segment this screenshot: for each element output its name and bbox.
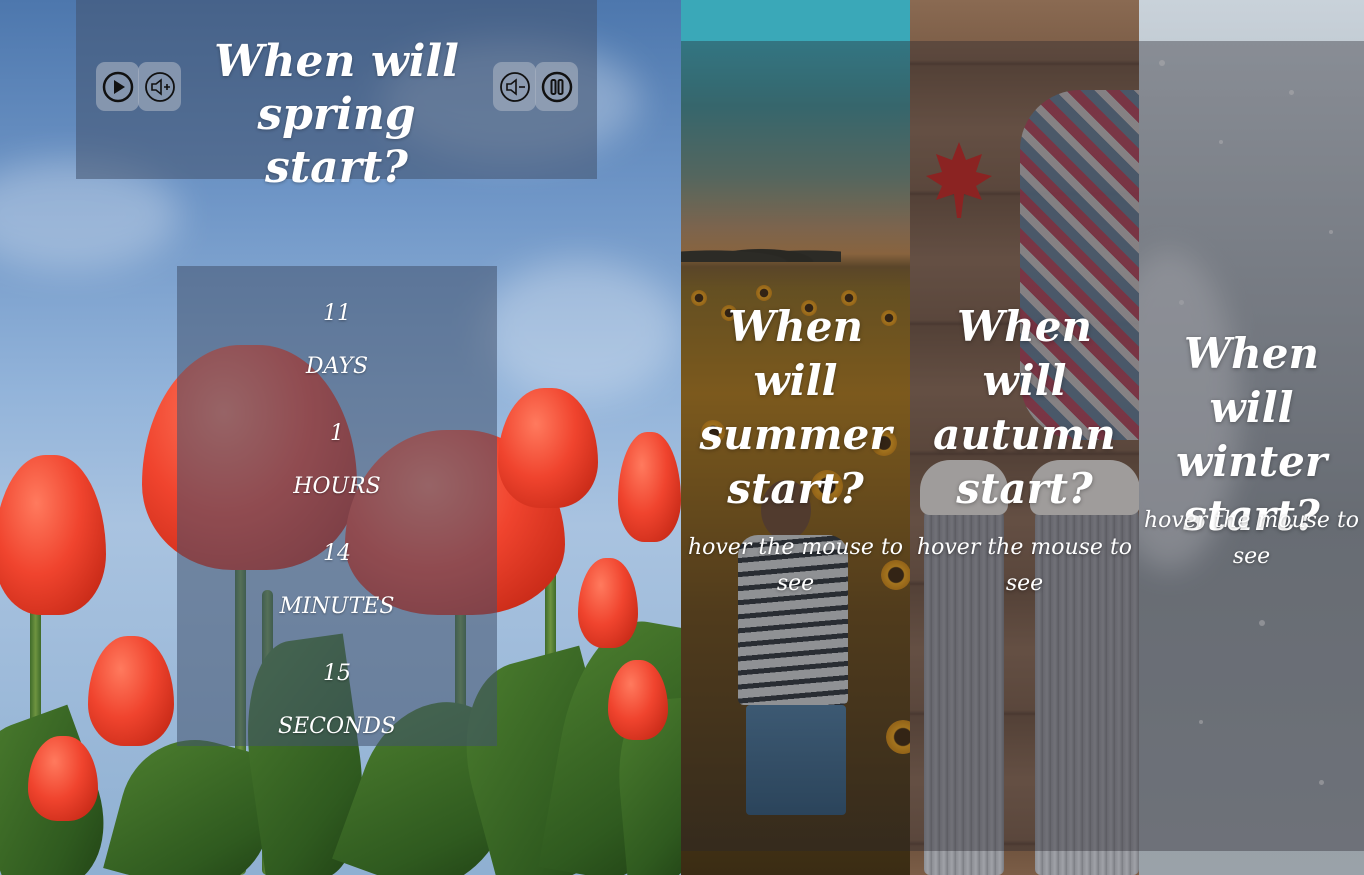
pause-icon (541, 71, 572, 102)
summer-hover-hint[interactable]: hover the mouse to see (681, 530, 910, 602)
hours-label: HOURS (293, 474, 381, 499)
spring-panel: When will spring start? 11 DAYS 1 HOURS … (0, 0, 681, 875)
hours-value: 1 (330, 421, 344, 446)
seconds-label: SECONDS (278, 714, 396, 739)
cloud-decoration (480, 260, 680, 400)
volume-down-icon (499, 71, 530, 102)
play-button[interactable] (96, 62, 139, 111)
spring-title: When will spring start? (214, 36, 459, 193)
summer-panel[interactable]: When will summer start? hover the mouse … (681, 0, 910, 875)
countdown-box: 11 DAYS 1 HOURS 14 MINUTES 15 SECONDS (177, 266, 497, 746)
pause-button[interactable] (535, 62, 578, 111)
winter-panel[interactable]: When will winter start? hover the mouse … (1139, 0, 1364, 875)
autumn-title: When will autumn start? (933, 302, 1116, 513)
autumn-panel[interactable]: When will autumn start? hover the mouse … (910, 0, 1139, 875)
autumn-hover-hint[interactable]: hover the mouse to see (910, 530, 1139, 602)
days-value: 11 (323, 301, 351, 326)
winter-hover-hint[interactable]: hover the mouse to see (1139, 503, 1364, 575)
days-label: DAYS (305, 354, 369, 379)
minutes-value: 14 (323, 541, 351, 566)
spring-header: When will spring start? (76, 0, 597, 193)
volume-up-button[interactable] (138, 62, 181, 111)
volume-down-button[interactable] (493, 62, 536, 111)
play-icon (102, 71, 133, 102)
volume-up-icon (144, 71, 175, 102)
minutes-label: MINUTES (279, 594, 395, 619)
seconds-value: 15 (323, 661, 351, 686)
summer-title: When will summer start? (699, 302, 892, 513)
